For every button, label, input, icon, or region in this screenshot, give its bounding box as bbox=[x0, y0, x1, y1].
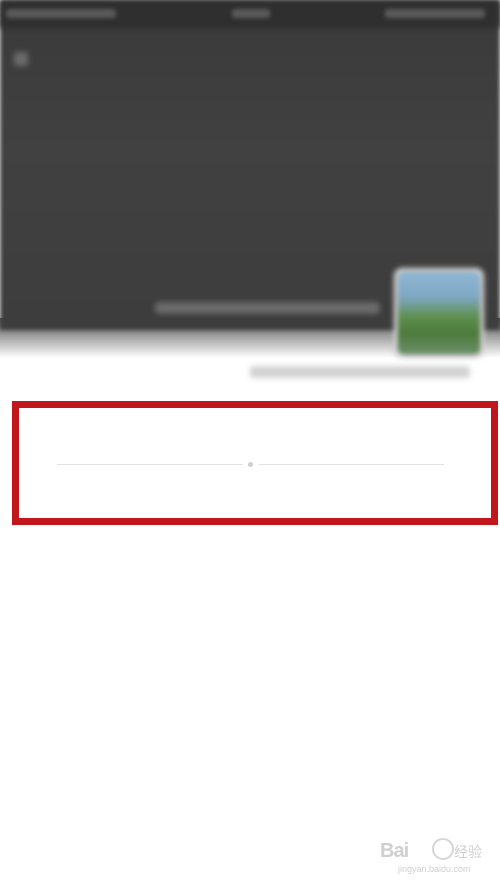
watermark: Bai 经验 jingyan.baidu.com bbox=[380, 838, 490, 878]
cover-nickname bbox=[155, 302, 380, 314]
back-icon[interactable] bbox=[14, 52, 28, 66]
status-time bbox=[232, 9, 270, 18]
avatar[interactable] bbox=[398, 272, 480, 354]
watermark-url: jingyan.baidu.com bbox=[398, 864, 471, 874]
divider-line-left bbox=[57, 464, 243, 465]
divider-dot-icon bbox=[248, 462, 253, 467]
highlight-box bbox=[12, 401, 498, 525]
status-carrier bbox=[6, 9, 116, 18]
empty-feed-divider bbox=[57, 462, 444, 467]
divider-line-right bbox=[259, 464, 444, 465]
watermark-logo: Bai bbox=[380, 840, 409, 862]
paw-icon bbox=[432, 838, 454, 860]
status-battery-icon bbox=[385, 9, 485, 18]
watermark-label: 经验 bbox=[454, 844, 482, 860]
profile-signature bbox=[250, 366, 470, 378]
